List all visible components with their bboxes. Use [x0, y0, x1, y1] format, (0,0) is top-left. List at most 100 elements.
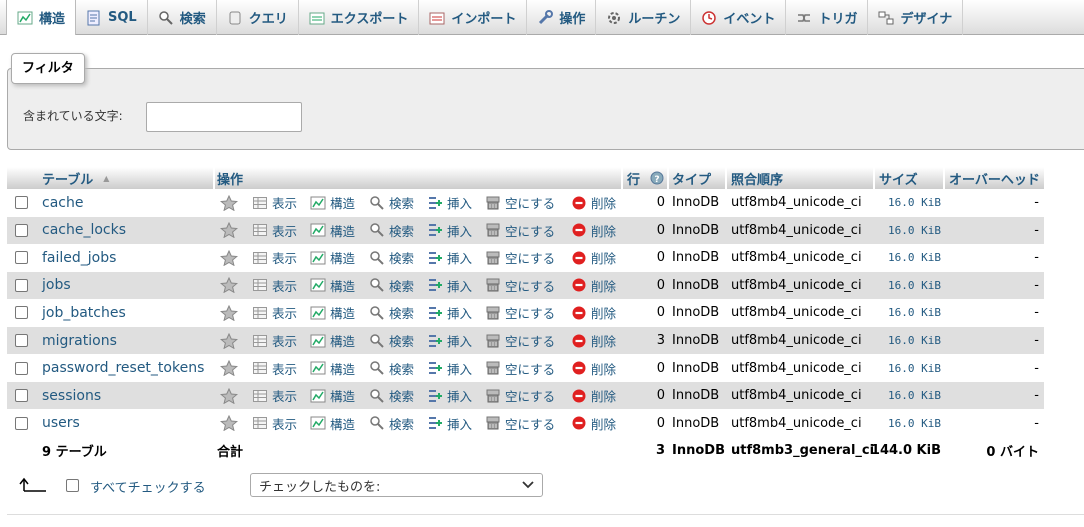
action-insert[interactable]: 挿入 — [427, 327, 472, 354]
action-empty[interactable]: 空にする — [485, 272, 555, 299]
action-search[interactable]: 検索 — [369, 272, 414, 299]
action-search[interactable]: 検索 — [369, 244, 414, 271]
help-icon[interactable]: ? — [650, 171, 664, 185]
action-drop[interactable]: 削除 — [571, 299, 616, 326]
action-drop[interactable]: 削除 — [571, 272, 616, 299]
table-name-link[interactable]: migrations — [42, 327, 117, 354]
tab-events[interactable]: イベント — [691, 0, 787, 35]
action-empty[interactable]: 空にする — [485, 410, 555, 437]
action-browse[interactable]: 表示 — [252, 382, 297, 409]
action-drop[interactable]: 削除 — [571, 327, 616, 354]
action-empty[interactable]: 空にする — [485, 189, 555, 216]
action-search[interactable]: 検索 — [369, 410, 414, 437]
action-insert[interactable]: 挿入 — [427, 410, 472, 437]
table-size-link[interactable]: 16.0 KiB — [879, 189, 941, 216]
tab-sql[interactable]: SQL — [76, 0, 148, 35]
action-browse[interactable]: 表示 — [252, 272, 297, 299]
header-table[interactable]: テーブル ▲ — [42, 167, 109, 189]
table-size-link[interactable]: 16.0 KiB — [879, 382, 941, 409]
tab-structure[interactable]: 構造 — [6, 0, 77, 35]
action-empty[interactable]: 空にする — [485, 382, 555, 409]
check-all-checkbox[interactable] — [66, 479, 79, 492]
table-name-link[interactable]: password_reset_tokens — [42, 355, 204, 382]
action-insert[interactable]: 挿入 — [427, 299, 472, 326]
action-insert[interactable]: 挿入 — [427, 189, 472, 216]
action-browse[interactable]: 表示 — [252, 189, 297, 216]
action-drop[interactable]: 削除 — [571, 189, 616, 216]
action-structure[interactable]: 構造 — [310, 217, 355, 244]
favorite-star-icon[interactable] — [220, 382, 238, 409]
action-search[interactable]: 検索 — [369, 327, 414, 354]
action-empty[interactable]: 空にする — [485, 355, 555, 382]
table-size-link[interactable]: 16.0 KiB — [879, 299, 941, 326]
row-checkbox[interactable] — [15, 278, 28, 292]
action-structure[interactable]: 構造 — [310, 299, 355, 326]
action-empty[interactable]: 空にする — [485, 327, 555, 354]
favorite-star-icon[interactable] — [220, 189, 238, 216]
action-structure[interactable]: 構造 — [310, 410, 355, 437]
row-checkbox[interactable] — [15, 251, 28, 265]
tab-triggers[interactable]: トリガ — [786, 0, 869, 35]
action-browse[interactable]: 表示 — [252, 244, 297, 271]
tab-designer[interactable]: デザイナ — [868, 0, 964, 35]
action-search[interactable]: 検索 — [369, 299, 414, 326]
table-name-link[interactable]: sessions — [42, 382, 101, 409]
action-structure[interactable]: 構造 — [310, 327, 355, 354]
table-name-link[interactable]: jobs — [42, 272, 71, 299]
row-checkbox[interactable] — [15, 223, 28, 237]
table-name-link[interactable]: users — [42, 410, 80, 437]
favorite-star-icon[interactable] — [220, 244, 238, 271]
action-insert[interactable]: 挿入 — [427, 382, 472, 409]
favorite-star-icon[interactable] — [220, 327, 238, 354]
action-empty[interactable]: 空にする — [485, 244, 555, 271]
favorite-star-icon[interactable] — [220, 217, 238, 244]
check-all-link[interactable]: すべてチェックする — [90, 477, 206, 496]
table-size-link[interactable]: 16.0 KiB — [879, 355, 941, 382]
filter-input[interactable] — [146, 102, 302, 132]
tab-search[interactable]: 検索 — [148, 0, 217, 35]
with-selected-dropdown[interactable]: チェックしたものを: — [250, 473, 543, 497]
table-size-link[interactable]: 16.0 KiB — [879, 410, 941, 437]
table-name-link[interactable]: job_batches — [42, 299, 126, 326]
table-size-link[interactable]: 16.0 KiB — [879, 217, 941, 244]
favorite-star-icon[interactable] — [220, 355, 238, 382]
table-size-link[interactable]: 16.0 KiB — [879, 244, 941, 271]
row-checkbox[interactable] — [15, 389, 28, 403]
table-size-link[interactable]: 16.0 KiB — [879, 272, 941, 299]
tab-operations[interactable]: 操作 — [527, 0, 597, 35]
action-insert[interactable]: 挿入 — [427, 272, 472, 299]
action-insert[interactable]: 挿入 — [427, 217, 472, 244]
row-checkbox[interactable] — [15, 334, 28, 347]
header-type[interactable]: タイプ — [672, 167, 711, 189]
action-browse[interactable]: 表示 — [252, 299, 297, 326]
action-drop[interactable]: 削除 — [571, 244, 616, 271]
row-checkbox[interactable] — [15, 196, 28, 209]
action-search[interactable]: 検索 — [369, 355, 414, 382]
action-insert[interactable]: 挿入 — [427, 355, 472, 382]
tab-routines[interactable]: ルーチン — [596, 0, 692, 35]
header-rows[interactable]: 行 ? — [627, 167, 664, 189]
favorite-star-icon[interactable] — [220, 272, 238, 299]
action-browse[interactable]: 表示 — [252, 327, 297, 354]
action-browse[interactable]: 表示 — [252, 355, 297, 382]
action-browse[interactable]: 表示 — [252, 217, 297, 244]
tab-query[interactable]: クエリ — [217, 0, 299, 35]
table-name-link[interactable]: cache_locks — [42, 217, 126, 244]
table-name-link[interactable]: failed_jobs — [42, 244, 116, 271]
action-structure[interactable]: 構造 — [310, 382, 355, 409]
action-structure[interactable]: 構造 — [310, 355, 355, 382]
header-overhead[interactable]: オーバーヘッド — [949, 167, 1040, 189]
action-empty[interactable]: 空にする — [485, 299, 555, 326]
header-collation[interactable]: 照合順序 — [731, 167, 783, 189]
row-checkbox[interactable] — [15, 361, 28, 375]
action-insert[interactable]: 挿入 — [427, 244, 472, 271]
table-name-link[interactable]: cache — [42, 189, 83, 216]
action-browse[interactable]: 表示 — [252, 410, 297, 437]
row-checkbox[interactable] — [15, 416, 28, 430]
action-search[interactable]: 検索 — [369, 189, 414, 216]
action-drop[interactable]: 削除 — [571, 382, 616, 409]
favorite-star-icon[interactable] — [220, 410, 238, 437]
action-structure[interactable]: 構造 — [310, 272, 355, 299]
action-search[interactable]: 検索 — [369, 217, 414, 244]
tab-export[interactable]: エクスポート — [299, 0, 420, 35]
